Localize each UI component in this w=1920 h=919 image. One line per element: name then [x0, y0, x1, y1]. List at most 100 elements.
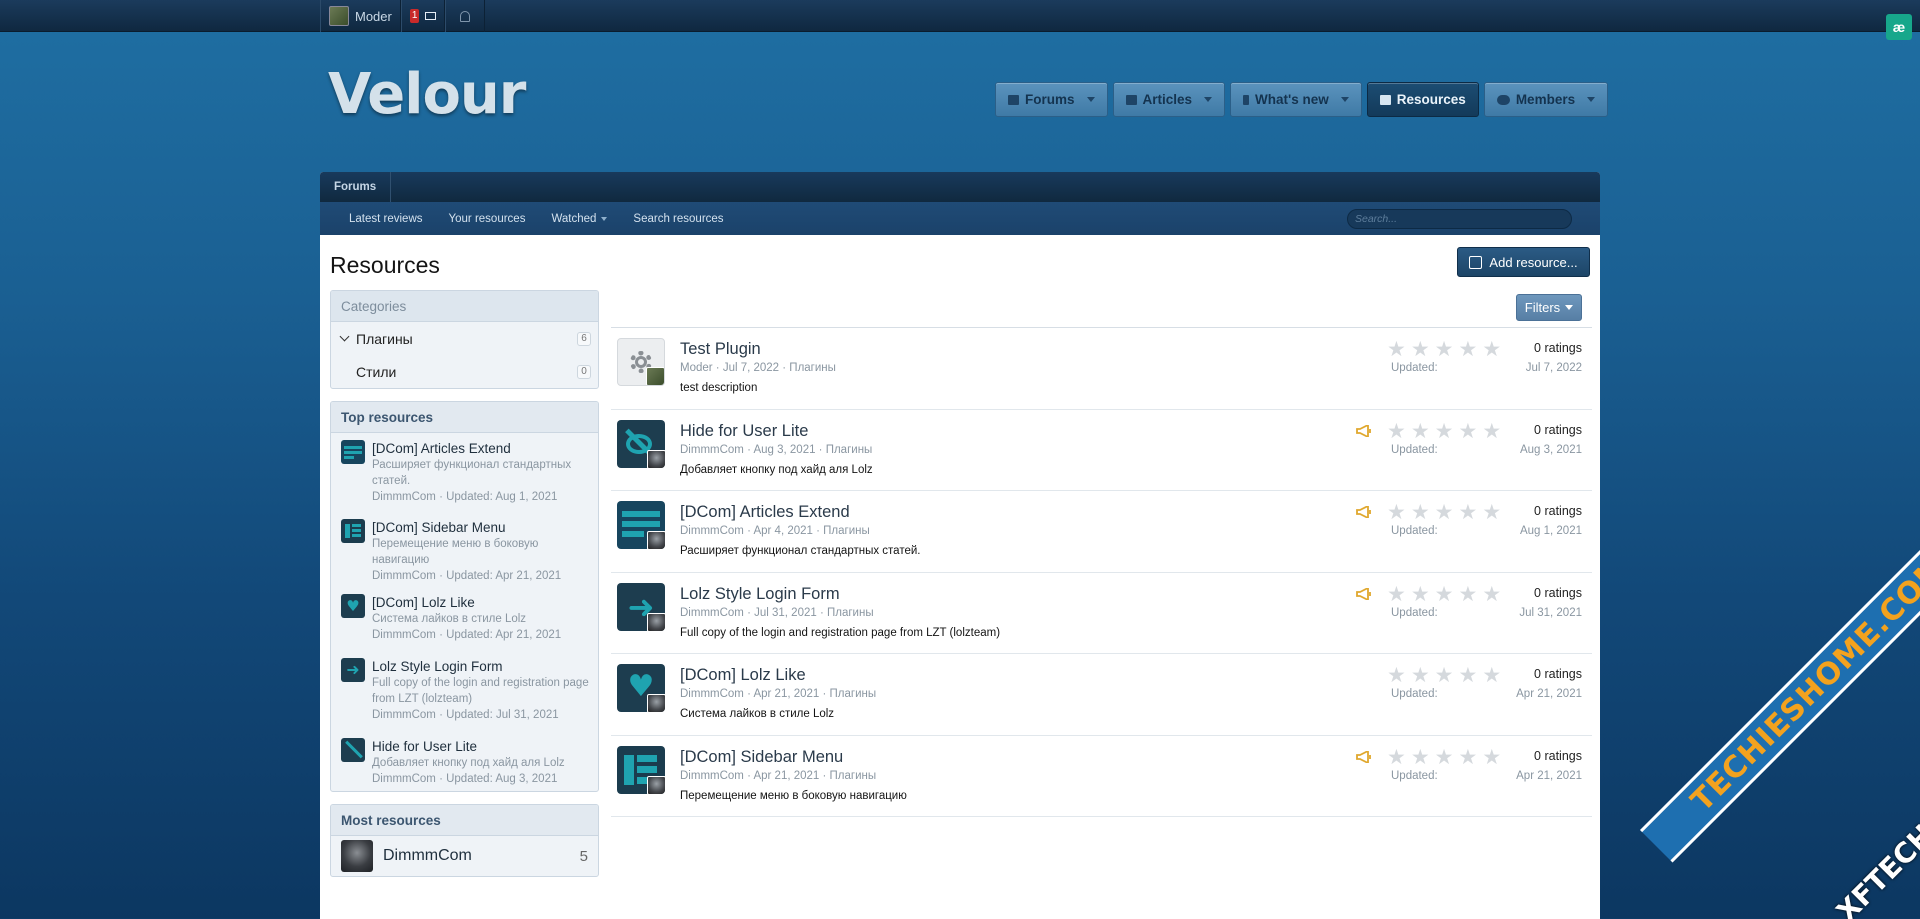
- top-resource-title[interactable]: Hide for User Lite: [372, 738, 565, 755]
- avatar[interactable]: [647, 775, 665, 794]
- star-icon: ★: [1387, 500, 1406, 524]
- resource-title[interactable]: Lolz Style Login Form: [680, 585, 840, 604]
- star-icon: ★: [1434, 418, 1454, 443]
- star-icon: ★: [1458, 581, 1478, 606]
- table-row[interactable]: ♥ [DCom] Lolz Like DimmmCom · Apr 21, 20…: [611, 654, 1592, 736]
- list-item[interactable]: [DCom] Articles Extend Расширяет функцио…: [331, 433, 598, 512]
- star-icon: ★: [1410, 663, 1430, 687]
- bolt-icon: [1243, 94, 1250, 105]
- eye-slash-icon[interactable]: [617, 419, 665, 468]
- search-input[interactable]: Search...: [1347, 209, 1572, 229]
- list-item[interactable]: Hide for User Lite Добавляет кнопку под …: [331, 731, 598, 791]
- nav-tab-whats-new[interactable]: What's new: [1230, 82, 1362, 117]
- resource-title[interactable]: Test Plugin: [680, 340, 761, 359]
- subnav-search-resources[interactable]: Search resources: [633, 213, 723, 225]
- table-row[interactable]: Hide for User Lite DimmmCom · Aug 3, 202…: [611, 410, 1592, 491]
- chevron-down-icon[interactable]: [1204, 97, 1213, 102]
- conversations-button[interactable]: 1: [400, 0, 446, 32]
- category-name: Плагины: [356, 330, 413, 347]
- star-icon: ★: [1482, 337, 1502, 361]
- member-name[interactable]: DimmmCom: [383, 847, 472, 865]
- chevron-down-icon: [1565, 305, 1574, 310]
- list-item[interactable]: ♥ [DCom] Lolz Like Система лайков в стил…: [331, 587, 598, 651]
- alerts-button[interactable]: [445, 0, 486, 32]
- category-count: 0: [577, 365, 591, 379]
- table-row[interactable]: ➜ Lolz Style Login Form DimmmCom · Jul 3…: [611, 573, 1592, 654]
- most-resources-title: Most resources: [331, 805, 598, 836]
- category-item-styles[interactable]: Стили 0: [331, 355, 598, 388]
- sidebar-menu-icon[interactable]: [617, 745, 665, 794]
- subnav-watched[interactable]: Watched: [551, 213, 608, 225]
- resource-title[interactable]: [DCom] Lolz Like: [680, 666, 806, 685]
- list-item[interactable]: ➜ Lolz Style Login Form Full copy of the…: [331, 651, 598, 731]
- table-row[interactable]: [DCom] Articles Extend DimmmCom · Apr 4,…: [611, 491, 1592, 573]
- star-icon: ★: [1482, 663, 1502, 687]
- breadcrumb-forums[interactable]: Forums: [334, 172, 392, 202]
- table-row[interactable]: Test Plugin Moder · Jul 7, 2022 · Плагин…: [611, 328, 1592, 410]
- star-icon: ★: [1434, 744, 1454, 769]
- chevron-down-icon[interactable]: [1340, 97, 1349, 102]
- envelope-icon: [425, 12, 437, 20]
- heart-icon[interactable]: ♥: [617, 664, 665, 712]
- site-logo[interactable]: Velour: [328, 62, 526, 127]
- star-icon: ★: [1387, 663, 1406, 687]
- login-arrow-icon[interactable]: ➜: [617, 582, 665, 631]
- chevron-down-icon[interactable]: [1587, 97, 1596, 102]
- nav-tab-articles[interactable]: Articles: [1112, 82, 1226, 117]
- avatar[interactable]: [647, 449, 665, 468]
- top-resource-title[interactable]: [DCom] Lolz Like: [372, 594, 561, 611]
- top-resource-title[interactable]: Lolz Style Login Form: [372, 658, 590, 675]
- forums-icon: [1008, 94, 1019, 105]
- resource-meta: DimmmCom · Apr 21, 2021 · Плагины: [680, 769, 877, 782]
- megaphone-icon: [1356, 506, 1371, 518]
- top-resource-meta: DimmmCom · Updated: Apr 21, 2021: [372, 570, 562, 582]
- add-resource-button[interactable]: Add resource...: [1457, 247, 1590, 277]
- most-resources-block: Most resources DimmmCom 5: [330, 804, 599, 877]
- avatar[interactable]: [646, 367, 664, 385]
- user-menu[interactable]: Moder: [320, 0, 401, 32]
- login-arrow-icon: ➜: [341, 658, 365, 682]
- updated-label: Updated:: [1391, 525, 1438, 537]
- download-icon: [1379, 94, 1391, 105]
- nav-tab-forums[interactable]: Forums: [995, 82, 1108, 117]
- ratings-count: 0 ratings: [1534, 748, 1582, 763]
- megaphone-icon: [1356, 750, 1371, 763]
- top-resource-title[interactable]: [DCom] Sidebar Menu: [372, 519, 590, 536]
- table-row[interactable]: [DCom] Sidebar Menu DimmmCom · Apr 21, 2…: [611, 736, 1592, 817]
- add-resource-label: Add resource...: [1489, 254, 1578, 270]
- top-resource-title[interactable]: [DCom] Articles Extend: [372, 440, 590, 457]
- articles-icon[interactable]: [617, 501, 665, 549]
- filters-button[interactable]: Filters: [1516, 294, 1582, 321]
- resource-meta: Moder · Jul 7, 2022 · Плагины: [680, 362, 836, 374]
- top-resource-desc: Добавляет кнопку под хайд аля Lolz: [372, 757, 565, 769]
- list-item[interactable]: [DCom] Sidebar Menu Перемещение меню в б…: [331, 512, 598, 587]
- resource-title[interactable]: [DCom] Sidebar Menu: [680, 748, 843, 767]
- subnav-your-resources[interactable]: Your resources: [449, 213, 526, 225]
- chevron-down-icon[interactable]: [339, 331, 350, 342]
- rating-stars: ★ ★ ★ ★ ★: [1387, 339, 1501, 360]
- nav-tab-label: Articles: [1142, 92, 1193, 107]
- category-item-plugins[interactable]: Плагины 6: [331, 322, 598, 355]
- top-resource-desc: Система лайков в стиле Lolz: [372, 613, 527, 625]
- rating-stars: ★ ★ ★ ★ ★: [1387, 418, 1501, 443]
- updated-label: Updated:: [1391, 606, 1438, 619]
- nav-tab-members[interactable]: Members: [1483, 82, 1609, 117]
- nav-tab-resources[interactable]: Resources: [1366, 82, 1479, 117]
- avatar[interactable]: [647, 694, 665, 712]
- nav-tab-label: Resources: [1396, 92, 1466, 107]
- star-icon: ★: [1387, 418, 1406, 443]
- avatar[interactable]: [647, 612, 665, 631]
- avatar[interactable]: [341, 840, 373, 872]
- resource-title[interactable]: Hide for User Lite: [680, 422, 808, 441]
- updated-date: Apr 21, 2021: [1516, 688, 1582, 700]
- subnav-latest-reviews[interactable]: Latest reviews: [349, 213, 423, 225]
- avatar[interactable]: [647, 531, 665, 549]
- resource-title[interactable]: [DCom] Articles Extend: [680, 503, 850, 522]
- categories-title: Categories: [331, 291, 598, 322]
- star-icon: ★: [1458, 337, 1478, 361]
- updated-date: Jul 7, 2022: [1525, 362, 1582, 374]
- chevron-down-icon[interactable]: [1086, 97, 1095, 102]
- ratings-count: 0 ratings: [1534, 422, 1582, 437]
- list-item[interactable]: DimmmCom 5: [331, 836, 598, 876]
- gear-icon[interactable]: [617, 338, 665, 386]
